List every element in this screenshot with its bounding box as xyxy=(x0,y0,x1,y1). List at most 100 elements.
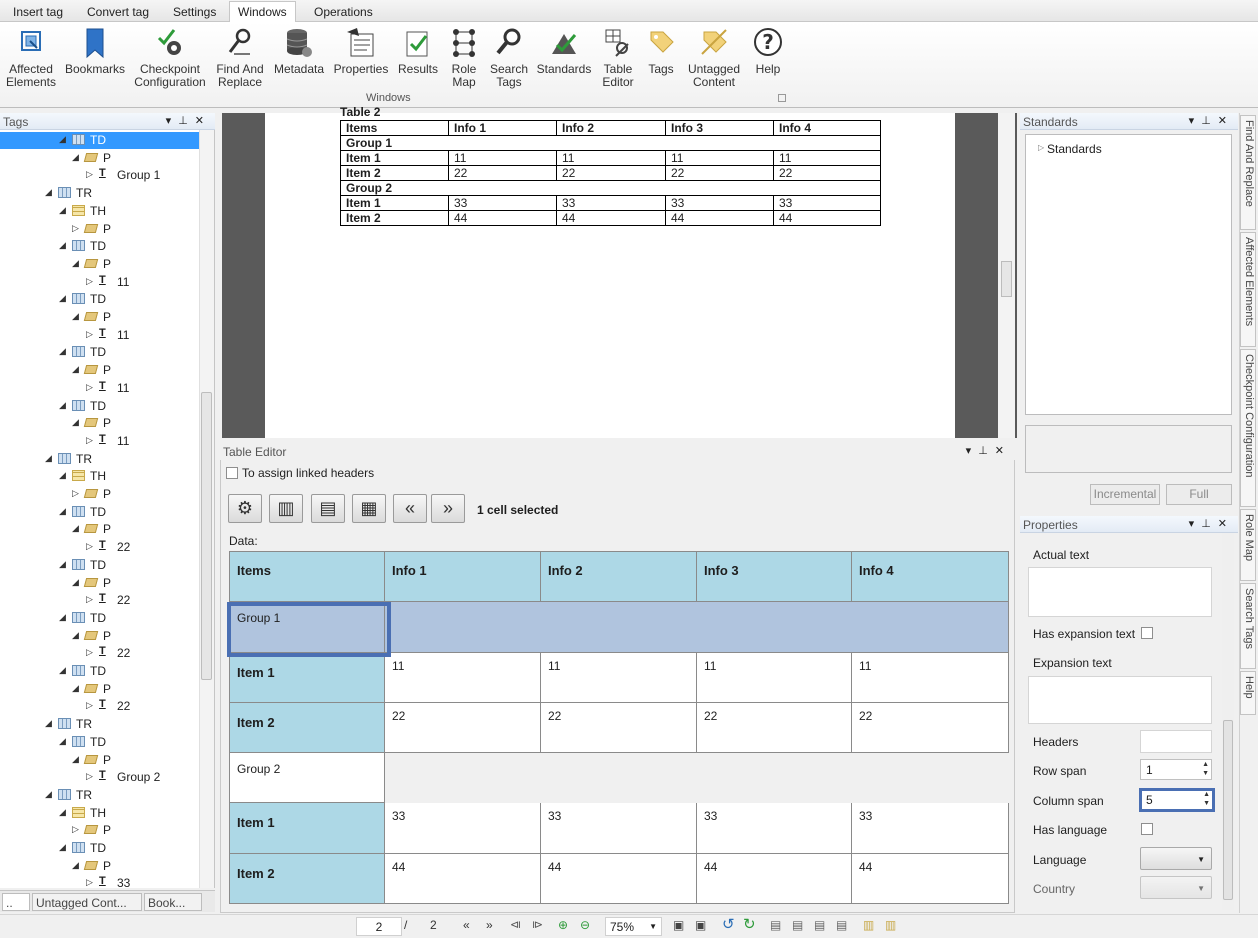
standards-button[interactable]: Standards xyxy=(535,26,593,76)
first-page-icon[interactable]: « xyxy=(463,918,470,932)
doc-header-cell[interactable]: Info 2 xyxy=(556,120,666,136)
has-expansion-text-checkbox[interactable] xyxy=(1141,627,1153,639)
show-tags-icon[interactable]: ▥ xyxy=(863,918,874,932)
side-tab-help[interactable]: Help xyxy=(1240,671,1256,715)
expand-arrow-icon[interactable]: ▷ xyxy=(86,382,93,393)
grid-data-cell[interactable]: 11 xyxy=(696,651,852,703)
tag-tree-item[interactable]: ◢ P xyxy=(0,415,199,432)
grid-data-cell[interactable]: 44 xyxy=(540,852,697,905)
tag-tree-item[interactable]: ▷ T 11 xyxy=(0,327,199,344)
collapse-arrow-icon[interactable]: ◢ xyxy=(45,453,52,464)
expand-arrow-icon[interactable]: ▷ xyxy=(72,488,79,499)
row-headers-button[interactable]: ▤ xyxy=(311,494,345,523)
document-scrollbar-thumb[interactable] xyxy=(1001,261,1012,297)
expand-arrow-icon[interactable]: ▷ xyxy=(86,169,93,180)
tab-operations[interactable]: Operations xyxy=(306,3,381,22)
tag-tree-item[interactable]: ▷ T 22 xyxy=(0,698,199,715)
standards-controls[interactable]: ▾⊥✕ xyxy=(1189,114,1234,127)
collapse-arrow-icon[interactable]: ◢ xyxy=(59,807,66,818)
tag-tree-item[interactable]: ▷ T Group 1 xyxy=(0,167,199,184)
tag-tree-item[interactable]: ◢ P xyxy=(0,256,199,273)
tag-tree-item[interactable]: ▷ P xyxy=(0,486,199,503)
zoom-in-icon[interactable]: ⊕ xyxy=(558,918,568,932)
doc-table-cell[interactable]: 22 xyxy=(773,165,881,181)
doc-header-cell[interactable]: Info 3 xyxy=(665,120,774,136)
grid-data-cell[interactable]: 44 xyxy=(384,852,541,905)
grid-data-cell[interactable]: 22 xyxy=(851,701,1009,754)
find-and-replace-button[interactable]: Find And Replace xyxy=(214,26,266,89)
next-view-icon[interactable]: ⧐ xyxy=(532,918,543,931)
doc-table-cell[interactable]: 11 xyxy=(665,150,774,166)
checkpoint-configuration-button[interactable]: Checkpoint Configuration xyxy=(133,26,207,89)
expand-arrow-icon[interactable]: ▷ xyxy=(86,877,93,888)
table-editor-controls[interactable]: ▾⊥✕ xyxy=(966,444,1011,457)
expand-arrow-icon[interactable]: ▷ xyxy=(86,647,93,658)
grid-data-cell[interactable]: 22 xyxy=(696,701,852,754)
grid-row-header-cell[interactable]: Item 1 xyxy=(229,802,385,854)
collapse-arrow-icon[interactable]: ◢ xyxy=(59,612,66,623)
role-map-button[interactable]: Role Map xyxy=(446,26,482,89)
single-page-icon[interactable]: ▤ xyxy=(770,918,781,932)
side-tab-find-and-replace[interactable]: Find And Replace xyxy=(1240,115,1256,230)
collapse-arrow-icon[interactable]: ◢ xyxy=(59,400,66,411)
tab-bookmarks[interactable]: Book... xyxy=(144,893,202,911)
actual-text-field[interactable] xyxy=(1028,567,1212,617)
collapse-arrow-icon[interactable]: ◢ xyxy=(59,665,66,676)
grid-data-cell[interactable]: 44 xyxy=(696,852,852,905)
grid-data-cell[interactable]: 22 xyxy=(540,701,697,754)
grid-data-cell[interactable]: 33 xyxy=(540,802,697,854)
grid-data-cell[interactable]: 33 xyxy=(696,802,852,854)
ribbon-group-launcher[interactable] xyxy=(778,94,786,102)
tags-scrollbar-thumb[interactable] xyxy=(201,392,212,680)
collapse-arrow-icon[interactable]: ◢ xyxy=(72,417,79,428)
tag-tree-item[interactable]: ▷ T 22 xyxy=(0,539,199,556)
doc-table-cell[interactable]: 44 xyxy=(773,210,881,226)
grid-data-cell[interactable]: 22 xyxy=(384,701,541,754)
country-dropdown[interactable]: ▼ xyxy=(1140,876,1212,899)
tag-tree-item[interactable]: ◢ TR xyxy=(0,716,199,733)
collapse-arrow-icon[interactable]: ◢ xyxy=(45,789,52,800)
tag-tree-item[interactable]: ▷ P xyxy=(0,822,199,839)
previous-view-icon[interactable]: ⧏ xyxy=(510,918,521,931)
tag-tree-item[interactable]: ◢ TD xyxy=(0,132,199,149)
rotate-left-icon[interactable]: ↺ xyxy=(722,915,735,933)
tag-tree-item[interactable]: ▷ T 22 xyxy=(0,592,199,609)
tag-tree-item[interactable]: ◢ P xyxy=(0,309,199,326)
assign-linked-headers-checkbox[interactable] xyxy=(226,467,238,479)
side-tab-affected-elements[interactable]: Affected Elements xyxy=(1240,232,1256,347)
expand-arrow-icon[interactable]: ▷ xyxy=(86,594,93,605)
properties-controls[interactable]: ▾⊥✕ xyxy=(1189,517,1234,530)
collapse-arrow-icon[interactable]: ◢ xyxy=(59,736,66,747)
incremental-button[interactable]: Incremental xyxy=(1090,484,1160,505)
collapse-arrow-icon[interactable]: ◢ xyxy=(59,842,66,853)
collapse-arrow-icon[interactable]: ◢ xyxy=(59,470,66,481)
side-tab-search-tags[interactable]: Search Tags xyxy=(1240,583,1256,669)
tag-tree-item[interactable]: ◢ P xyxy=(0,681,199,698)
doc-header-cell[interactable]: Info 1 xyxy=(448,120,557,136)
tag-tree-item[interactable]: ◢ P xyxy=(0,362,199,379)
collapse-arrow-icon[interactable]: ◢ xyxy=(72,683,79,694)
cell-select-button[interactable]: ▦ xyxy=(352,494,386,523)
grid-data-cell[interactable]: 11 xyxy=(540,651,697,703)
tag-tree-item[interactable]: ◢ P xyxy=(0,752,199,769)
tag-tree-item[interactable]: ◢ TD xyxy=(0,344,199,361)
side-tab-role-map[interactable]: Role Map xyxy=(1240,509,1256,581)
doc-group-cell[interactable]: Group 2 xyxy=(340,180,881,196)
grid-data-cell[interactable]: 44 xyxy=(851,852,1009,905)
expand-arrow-icon[interactable]: ▷ xyxy=(86,700,93,711)
tag-tree-item[interactable]: ◢ P xyxy=(0,150,199,167)
headers-field[interactable] xyxy=(1140,730,1212,753)
tab-settings[interactable]: Settings xyxy=(165,3,224,22)
grid-data-cell[interactable]: 11 xyxy=(384,651,541,703)
tab-convert-tag[interactable]: Convert tag xyxy=(79,3,157,22)
grid-group-cell[interactable]: Group 2 xyxy=(229,752,385,804)
document-scrollbar[interactable] xyxy=(998,113,1015,438)
down-arrow-icon[interactable]: ▼ xyxy=(1202,770,1209,777)
grid-row-header-cell[interactable]: Item 1 xyxy=(229,651,385,703)
tag-tree-item[interactable]: ◢ TR xyxy=(0,185,199,202)
zoom-out-icon[interactable]: ⊖ xyxy=(580,918,590,932)
collapse-arrow-icon[interactable]: ◢ xyxy=(72,630,79,641)
collapse-arrow-icon[interactable]: ◢ xyxy=(45,187,52,198)
tag-tree-item[interactable]: ▷ T 11 xyxy=(0,380,199,397)
table-editor-button[interactable]: Table Editor xyxy=(598,26,638,89)
